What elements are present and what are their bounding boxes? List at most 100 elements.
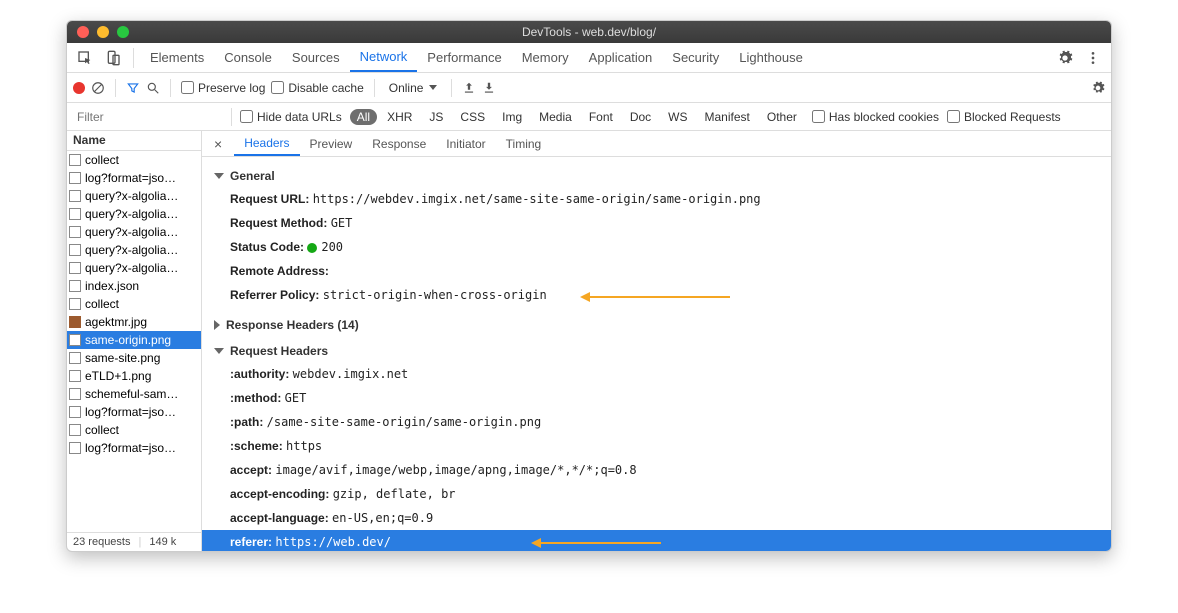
kebab-menu-icon[interactable] [1085, 50, 1101, 66]
detail-tab-timing[interactable]: Timing [496, 131, 552, 156]
request-row[interactable]: index.json [67, 277, 201, 295]
panel-tabs: ElementsConsoleSourcesNetworkPerformance… [67, 43, 1111, 73]
hide-data-urls-checkbox[interactable]: Hide data URLs [240, 110, 342, 124]
request-row[interactable]: query?x-algolia… [67, 187, 201, 205]
blocked-requests-checkbox[interactable]: Blocked Requests [947, 110, 1061, 124]
status-dot-icon [307, 243, 317, 253]
request-row[interactable]: eTLD+1.png [67, 367, 201, 385]
filter-icon[interactable] [126, 81, 140, 95]
request-row[interactable]: query?x-algolia… [67, 205, 201, 223]
request-row[interactable]: log?format=jso… [67, 439, 201, 457]
file-icon [69, 190, 81, 202]
search-icon[interactable] [146, 81, 160, 95]
image-file-icon [69, 316, 81, 328]
headers-pane: General Request URL: https://webdev.imgi… [202, 157, 1111, 551]
filter-type-doc[interactable]: Doc [623, 109, 658, 125]
filter-input[interactable] [73, 108, 223, 126]
request-name: index.json [85, 279, 139, 293]
section-general[interactable]: General [214, 165, 1099, 187]
file-icon [69, 280, 81, 292]
tab-performance[interactable]: Performance [417, 43, 511, 72]
throttling-select[interactable]: Online [385, 81, 442, 95]
filter-type-css[interactable]: CSS [453, 109, 492, 125]
value-status-code: 200 [321, 240, 343, 254]
detail-tab-initiator[interactable]: Initiator [436, 131, 495, 156]
filter-type-js[interactable]: JS [422, 109, 450, 125]
file-icon [69, 352, 81, 364]
tab-lighthouse[interactable]: Lighthouse [729, 43, 813, 72]
filter-type-other[interactable]: Other [760, 109, 804, 125]
filter-type-manifest[interactable]: Manifest [698, 109, 757, 125]
file-icon [69, 334, 81, 346]
sidebar-header: Name [67, 131, 201, 151]
chevron-down-icon [214, 348, 224, 354]
request-name: same-site.png [85, 351, 160, 365]
file-icon [69, 388, 81, 400]
close-detail-icon[interactable]: × [206, 136, 230, 152]
devtools-window: DevTools - web.dev/blog/ ElementsConsole… [66, 20, 1112, 552]
filter-type-ws[interactable]: WS [661, 109, 694, 125]
content-area: Name collect log?format=jso… query?x-algol… [67, 131, 1111, 551]
file-icon [69, 406, 81, 418]
detail-tab-response[interactable]: Response [362, 131, 436, 156]
request-row[interactable]: agektmr.jpg [67, 313, 201, 331]
download-har-icon[interactable] [482, 81, 496, 95]
upload-har-icon[interactable] [462, 81, 476, 95]
detail-tab-headers[interactable]: Headers [234, 131, 299, 156]
filter-type-img[interactable]: Img [495, 109, 529, 125]
filter-bar: Hide data URLs AllXHRJSCSSImgMediaFontDo… [67, 103, 1111, 131]
request-row[interactable]: collect [67, 421, 201, 439]
annotation-arrow-icon [580, 287, 730, 305]
request-row[interactable]: log?format=jso… [67, 169, 201, 187]
header-row: accept-encoding: gzip, deflate, br [214, 482, 1099, 506]
device-toggle-icon[interactable] [105, 50, 121, 66]
tab-network[interactable]: Network [350, 43, 418, 72]
label-referrer-policy: Referrer Policy: [230, 288, 319, 302]
tab-memory[interactable]: Memory [512, 43, 579, 72]
has-blocked-cookies-checkbox[interactable]: Has blocked cookies [812, 110, 939, 124]
request-name: query?x-algolia… [85, 189, 178, 203]
tab-elements[interactable]: Elements [140, 43, 214, 72]
header-key: :authority: [230, 367, 289, 381]
request-name: query?x-algolia… [85, 243, 178, 257]
record-icon[interactable] [73, 82, 85, 94]
request-row[interactable]: query?x-algolia… [67, 223, 201, 241]
tab-application[interactable]: Application [579, 43, 663, 72]
request-row[interactable]: collect [67, 295, 201, 313]
header-value: webdev.imgix.net [293, 367, 409, 381]
request-row[interactable]: same-origin.png [67, 331, 201, 349]
request-name: agektmr.jpg [85, 315, 147, 329]
request-name: log?format=jso… [85, 405, 176, 419]
titlebar: DevTools - web.dev/blog/ [67, 21, 1111, 43]
request-name: log?format=jso… [85, 171, 176, 185]
section-response-headers[interactable]: Response Headers (14) [214, 314, 1099, 336]
header-row: :scheme: https [214, 434, 1099, 458]
clear-icon[interactable] [91, 81, 105, 95]
request-row[interactable]: query?x-algolia… [67, 259, 201, 277]
value-request-url: https://webdev.imgix.net/same-site-same-… [313, 192, 761, 206]
value-request-method: GET [331, 216, 353, 230]
filter-type-all[interactable]: All [350, 109, 377, 125]
request-row[interactable]: schemeful-sam… [67, 385, 201, 403]
section-request-headers[interactable]: Request Headers [214, 340, 1099, 362]
tab-sources[interactable]: Sources [282, 43, 350, 72]
header-row: :method: GET [214, 386, 1099, 410]
request-row[interactable]: log?format=jso… [67, 403, 201, 421]
preserve-log-checkbox[interactable]: Preserve log [181, 81, 265, 95]
tab-security[interactable]: Security [662, 43, 729, 72]
request-name: collect [85, 423, 119, 437]
inspect-icon[interactable] [77, 50, 93, 66]
tab-console[interactable]: Console [214, 43, 282, 72]
filter-type-font[interactable]: Font [582, 109, 620, 125]
request-row[interactable]: query?x-algolia… [67, 241, 201, 259]
chevron-down-icon [214, 173, 224, 179]
request-row[interactable]: same-site.png [67, 349, 201, 367]
disable-cache-checkbox[interactable]: Disable cache [271, 81, 363, 95]
filter-type-media[interactable]: Media [532, 109, 579, 125]
filter-type-xhr[interactable]: XHR [380, 109, 419, 125]
request-row[interactable]: collect [67, 151, 201, 169]
network-settings-icon[interactable] [1091, 81, 1105, 95]
gear-icon[interactable] [1057, 50, 1073, 66]
file-icon [69, 262, 81, 274]
detail-tab-preview[interactable]: Preview [300, 131, 363, 156]
